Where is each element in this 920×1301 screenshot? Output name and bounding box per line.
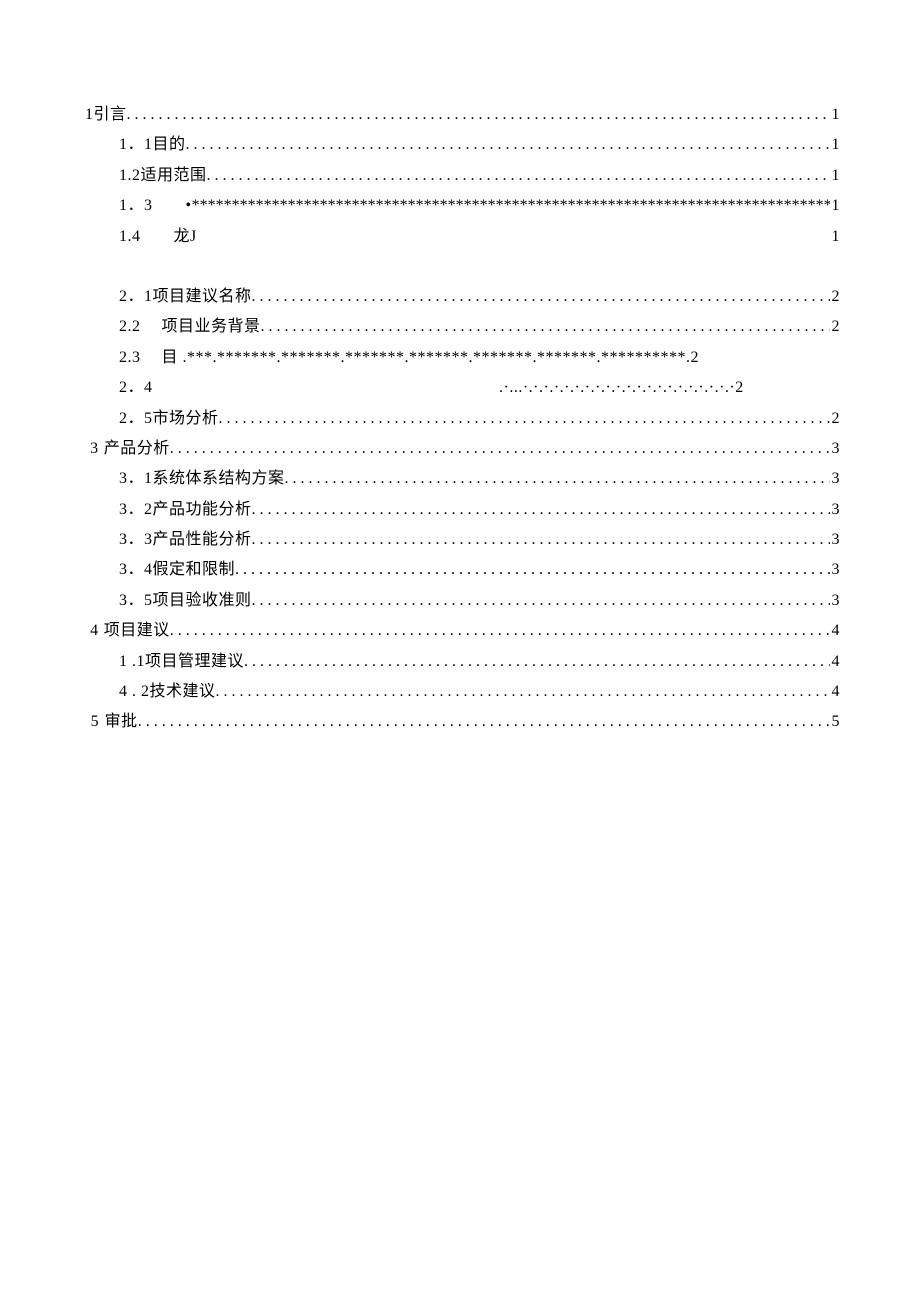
toc-page-number: 2 [830,404,841,434]
toc-leader [170,616,830,646]
toc-label: 1.2适用范围 [119,161,207,191]
toc-leader [127,100,830,130]
toc-leader [261,312,830,342]
toc-page-number: 4 [830,647,841,677]
toc-leader [138,707,830,737]
toc-leader [192,191,830,221]
toc-page-number: 2 [830,312,841,342]
toc-label: 2.3 目 .***.*******.*******.*******.*****… [119,343,699,373]
toc-page-number: 2 [830,282,841,312]
toc-label: 审批 [105,707,138,737]
toc-entry: 1引言 1 [85,100,840,130]
toc-label: 2.2 项目业务背景 [119,312,261,342]
toc-leader [252,495,830,525]
toc-entry: 3．3产品性能分析 3 [85,525,840,555]
toc-page-number: 4 [830,616,841,646]
toc-entry: 1.4 龙J 1 [85,222,840,252]
toc-label: 3．2产品功能分析 [119,495,252,525]
toc-label: 2．4 .·...·.·.·.·.·.·.·.·.·.·.·.·.·.·.·.·… [119,373,744,403]
toc-number: 5 [85,707,105,737]
toc-page-number: 1 [830,100,841,130]
toc-label: 项目建议 [104,616,170,646]
toc-entry: 2.2 项目业务背景 2 [85,312,840,342]
toc-entry: 2．1项目建议名称 2 [85,282,840,312]
toc-page-number: 1 [830,191,841,221]
toc-label: 3．5项目验收准则 [119,586,252,616]
toc-leader [285,464,830,494]
toc-page-number: 3 [830,464,841,494]
toc-entry: 1 .1项目管理建议 4 [85,647,840,677]
toc-entry: 3．5项目验收准则 3 [85,586,840,616]
toc-page-number: 3 [830,434,841,464]
toc-gap [85,252,840,282]
toc-leader [252,586,830,616]
toc-label: 1 .1项目管理建议 [119,647,244,677]
toc-entry: 3产品分析3 [85,434,840,464]
toc-entry: 4项目建议4 [85,616,840,646]
toc-number: 4 [85,616,104,646]
toc-label: 3．4假定和限制 [119,555,235,585]
toc-label: 1．1目的 [119,130,186,160]
toc-label: 1.4 龙J [119,222,197,252]
toc-entry: 2．4 .·...·.·.·.·.·.·.·.·.·.·.·.·.·.·.·.·… [85,373,840,403]
toc-label: 1引言 [85,100,127,130]
toc-label: 1．3 • [119,191,192,221]
toc-label: 2．1项目建议名称 [119,282,252,312]
toc-page-number: 1 [830,222,841,252]
toc-leader [244,647,829,677]
toc-page-number: 4 [830,677,841,707]
toc-leader [252,525,830,555]
toc-leader [219,404,830,434]
toc-label: 产品分析 [104,434,170,464]
toc-entry: 1．3 • 1 [85,191,840,221]
toc-leader [235,555,829,585]
toc-label: 3．1系统体系结构方案 [119,464,285,494]
toc-leader [186,130,830,160]
toc-entry: 2．5市场分析 2 [85,404,840,434]
toc-entry: 5审批5 [85,707,840,737]
toc-entry: 4 . 2技术建议 4 [85,677,840,707]
toc-page-number: 1 [830,161,841,191]
toc-label: 4 . 2技术建议 [119,677,216,707]
toc-page-number: 5 [830,707,841,737]
toc-leader [207,161,830,191]
toc-leader [252,282,830,312]
toc-entry: 2.3 目 .***.*******.*******.*******.*****… [85,343,840,373]
toc-page-number: 3 [830,525,841,555]
toc-leader [216,677,830,707]
toc-entry: 1.2适用范围 1 [85,161,840,191]
toc-entry: 1．1目的 1 [85,130,840,160]
toc-entry: 3．1系统体系结构方案 3 [85,464,840,494]
toc-page-number: 1 [830,130,841,160]
toc-label: 2．5市场分析 [119,404,219,434]
toc-label: 3．3产品性能分析 [119,525,252,555]
toc-container: 1引言 1 1．1目的 1 1.2适用范围 1 1．3 • 1 1.4 龙J 1 2．1项目建议名称… [85,100,840,738]
toc-page-number: 3 [830,586,841,616]
toc-page-number: 3 [830,555,841,585]
toc-entry: 3．4假定和限制 3 [85,555,840,585]
toc-number: 3 [85,434,104,464]
toc-entry: 3．2产品功能分析 3 [85,495,840,525]
toc-leader [170,434,830,464]
toc-page-number: 3 [830,495,841,525]
